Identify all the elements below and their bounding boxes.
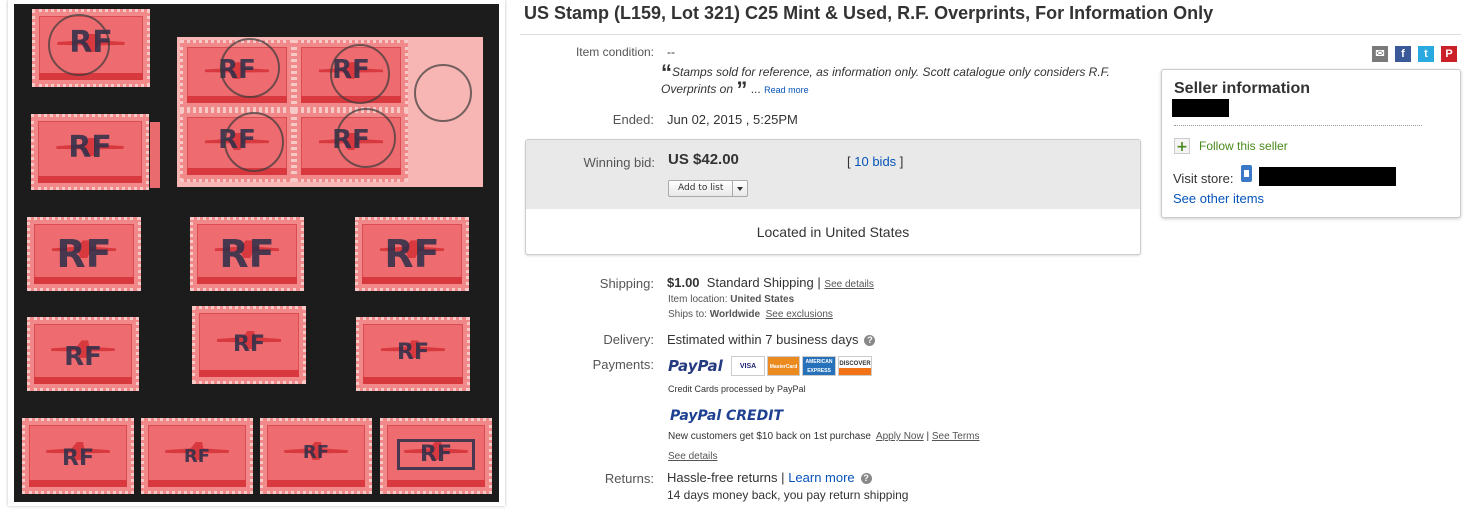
add-to-list-button[interactable]: Add to list bbox=[668, 180, 748, 197]
title-divider bbox=[520, 34, 1461, 35]
button-separator bbox=[732, 181, 733, 196]
returns-policy: 14 days money back, you pay return shipp… bbox=[667, 488, 909, 502]
paypal-logo: PayPal bbox=[668, 357, 723, 375]
paypal-credit-promo: New customers get $10 back on 1st purcha… bbox=[668, 431, 980, 442]
payments-label: Payments: bbox=[592, 357, 654, 372]
condition-label: Item condition: bbox=[575, 45, 654, 59]
email-icon[interactable]: ✉ bbox=[1372, 46, 1388, 62]
stamp-margin bbox=[150, 122, 160, 188]
delivery-value: Estimated within 7 business days bbox=[667, 332, 859, 347]
visa-icon: VISA bbox=[731, 356, 765, 376]
payment-details-link[interactable]: See details bbox=[668, 451, 717, 462]
item-photo[interactable]: RF RF RF RF RF RF RF RF RF RF RF RF RF R… bbox=[14, 4, 499, 502]
condition-description: “Stamps sold for reference, as informati… bbox=[661, 62, 1131, 102]
bid-count: [ 10 bids ] bbox=[847, 154, 903, 169]
stamp: RF bbox=[190, 217, 304, 291]
close-quote-icon: ” bbox=[736, 77, 748, 102]
learn-more-link[interactable]: Learn more bbox=[788, 470, 854, 485]
bid-panel: Winning bid: US $42.00 [ 10 bids ] Add t… bbox=[525, 139, 1141, 255]
location-label: Item location: bbox=[668, 294, 728, 305]
stamp: RF bbox=[380, 418, 492, 494]
ships-to-value: Worldwide bbox=[709, 309, 761, 320]
winning-bid-label: Winning bid: bbox=[583, 155, 655, 170]
ships-to-line: Ships to: Worldwide See exclusions bbox=[668, 309, 833, 320]
postmark bbox=[336, 108, 396, 168]
credit-card-note: Credit Cards processed by PayPal bbox=[668, 384, 806, 394]
winning-bid-amount: US $42.00 bbox=[668, 151, 739, 168]
follow-seller-link[interactable]: Follow this seller bbox=[1199, 139, 1288, 153]
ended-label: Ended: bbox=[612, 112, 654, 127]
item-location: Located in United States bbox=[756, 224, 910, 240]
facebook-icon[interactable]: f bbox=[1395, 46, 1411, 62]
store-icon[interactable] bbox=[1241, 165, 1252, 182]
ellipsis: ... bbox=[750, 82, 761, 96]
twitter-icon[interactable]: t bbox=[1418, 46, 1434, 62]
visit-store-label: Visit store: bbox=[1173, 171, 1234, 186]
stamp: RF bbox=[27, 217, 141, 291]
payment-details-wrap: See details bbox=[668, 448, 717, 462]
stamp: RF bbox=[260, 418, 372, 494]
help-icon[interactable]: ? bbox=[864, 335, 876, 347]
read-more-link[interactable]: Read more bbox=[764, 85, 809, 95]
pinterest-icon[interactable]: P bbox=[1441, 46, 1457, 62]
promo-sep: | bbox=[926, 431, 930, 442]
amex-icon: AMERICAN EXPRESS bbox=[802, 356, 836, 376]
follow-plus-icon[interactable]: + bbox=[1174, 138, 1190, 155]
item-title: US Stamp (L159, Lot 321) C25 Mint & Used… bbox=[524, 3, 1214, 23]
location-value: United States bbox=[730, 294, 795, 305]
seller-name-redacted[interactable] bbox=[1172, 99, 1229, 117]
shipping-sep: | bbox=[817, 275, 821, 290]
shipping-line: $1.00 Standard Shipping | See details bbox=[667, 275, 874, 290]
shipping-details-link[interactable]: See details bbox=[824, 279, 873, 290]
paypal-credit-logo: PayPal CREDIT bbox=[670, 408, 783, 424]
see-other-items-link[interactable]: See other items bbox=[1173, 191, 1264, 206]
stamp: RF bbox=[22, 418, 134, 494]
returns-label: Returns: bbox=[604, 471, 654, 486]
add-to-list-label: Add to list bbox=[678, 183, 724, 193]
ended-value: Jun 02, 2015 , 5:25PM bbox=[667, 112, 798, 127]
stamp: RF bbox=[31, 114, 149, 190]
postmark bbox=[224, 112, 284, 172]
stamp: RF bbox=[192, 306, 306, 384]
see-terms-link[interactable]: See Terms bbox=[932, 431, 980, 442]
store-icon-door bbox=[1244, 170, 1249, 177]
returns-line: Hassle-free returns | Learn more? bbox=[667, 470, 872, 485]
delivery-line: Estimated within 7 business days? bbox=[667, 332, 876, 347]
chevron-down-icon[interactable] bbox=[737, 187, 743, 191]
bracket-open: [ bbox=[847, 154, 851, 169]
postmark bbox=[220, 38, 280, 98]
bid-history-link[interactable]: 10 bids bbox=[854, 154, 896, 169]
promo-text: New customers get $10 back on 1st purcha… bbox=[668, 431, 871, 442]
postmark bbox=[48, 14, 110, 76]
seller-info-panel: Seller information + Follow this seller … bbox=[1161, 69, 1461, 218]
delivery-label: Delivery: bbox=[603, 332, 654, 347]
returns-value: Hassle-free returns bbox=[667, 470, 778, 485]
condition-value: -- bbox=[667, 45, 675, 59]
discover-icon: DISCOVER bbox=[838, 356, 872, 376]
bid-panel-top: Winning bid: US $42.00 [ 10 bids ] Add t… bbox=[526, 140, 1140, 209]
postmark bbox=[330, 44, 390, 104]
shipping-cost: $1.00 bbox=[667, 275, 700, 290]
seller-divider bbox=[1174, 125, 1422, 126]
shipping-label: Shipping: bbox=[599, 276, 654, 291]
stamp: RF bbox=[27, 317, 139, 391]
apply-now-link[interactable]: Apply Now bbox=[876, 431, 924, 442]
stamp: RF bbox=[356, 317, 470, 391]
ships-to-label: Ships to: bbox=[668, 309, 707, 320]
postmark bbox=[414, 64, 472, 122]
seller-info-heading: Seller information bbox=[1174, 80, 1311, 97]
see-exclusions-link[interactable]: See exclusions bbox=[766, 309, 833, 320]
stamp: RF bbox=[141, 418, 253, 494]
item-location-line: Item location: United States bbox=[668, 294, 794, 305]
returns-sep: | bbox=[781, 470, 785, 485]
help-icon[interactable]: ? bbox=[860, 473, 872, 485]
stamp: RF bbox=[355, 217, 469, 291]
store-name-redacted[interactable] bbox=[1259, 167, 1396, 186]
mastercard-icon: MasterCard bbox=[767, 356, 800, 376]
shipping-method: Standard Shipping bbox=[706, 275, 814, 290]
item-photo-frame: RF RF RF RF RF RF RF RF RF RF RF RF RF R… bbox=[8, 0, 505, 506]
condition-quote-text: Stamps sold for reference, as informatio… bbox=[661, 65, 1110, 96]
bracket-close: ] bbox=[899, 154, 904, 169]
